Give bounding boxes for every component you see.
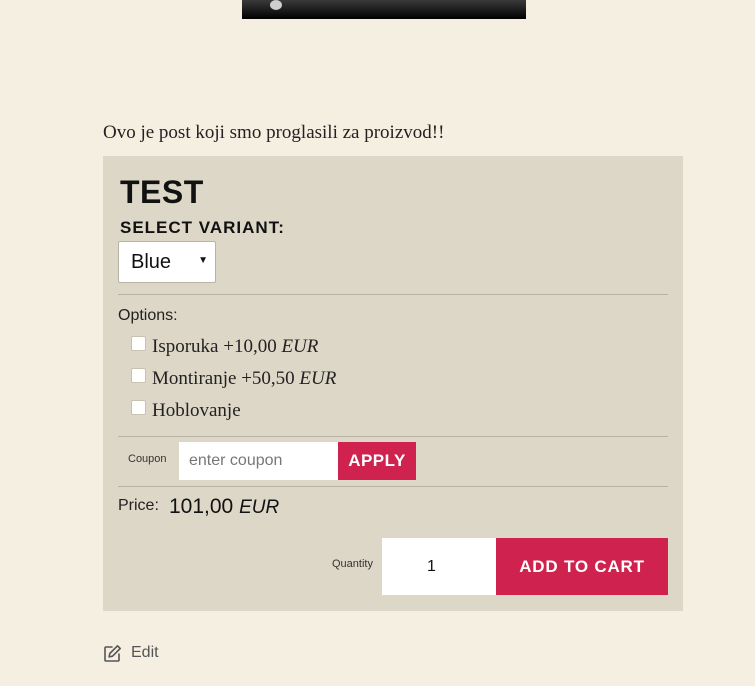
divider: [118, 486, 668, 487]
option-checkbox[interactable]: [131, 336, 146, 351]
coupon-input[interactable]: [179, 442, 338, 480]
option-checkbox[interactable]: [131, 400, 146, 415]
divider: [118, 294, 668, 295]
divider: [118, 436, 668, 437]
add-to-cart-button[interactable]: ADD TO CART: [496, 538, 668, 595]
chevron-down-icon: ▼: [198, 255, 208, 266]
edit-icon: [103, 644, 122, 663]
apply-coupon-button[interactable]: APPLY: [338, 442, 416, 480]
option-label: Hoblovanje: [152, 400, 241, 421]
option-checkbox[interactable]: [131, 368, 146, 383]
option-label: Isporuka +10,00 EUR: [152, 336, 319, 357]
variant-select[interactable]: Blue ▼: [118, 241, 216, 283]
quantity-label: Quantity: [332, 558, 373, 570]
variant-selected-value: Blue: [131, 251, 172, 273]
price-value: 101,00 EUR: [169, 495, 280, 518]
product-card: TEST SELECT VARIANT: Blue ▼ Options: Isp…: [103, 156, 683, 611]
edit-link[interactable]: Edit: [103, 643, 159, 663]
options-label: Options:: [118, 307, 178, 324]
quantity-input[interactable]: [382, 538, 496, 595]
post-text: Ovo je post koji smo proglasili za proiz…: [103, 122, 445, 143]
coupon-label: Coupon: [128, 453, 167, 465]
edit-label: Edit: [131, 644, 159, 661]
option-label: Montiranje +50,50 EUR: [152, 368, 337, 389]
price-label: Price:: [118, 497, 159, 514]
post-featured-image: [242, 0, 526, 19]
product-title: TEST: [120, 174, 204, 210]
variant-label: SELECT VARIANT:: [120, 218, 285, 237]
